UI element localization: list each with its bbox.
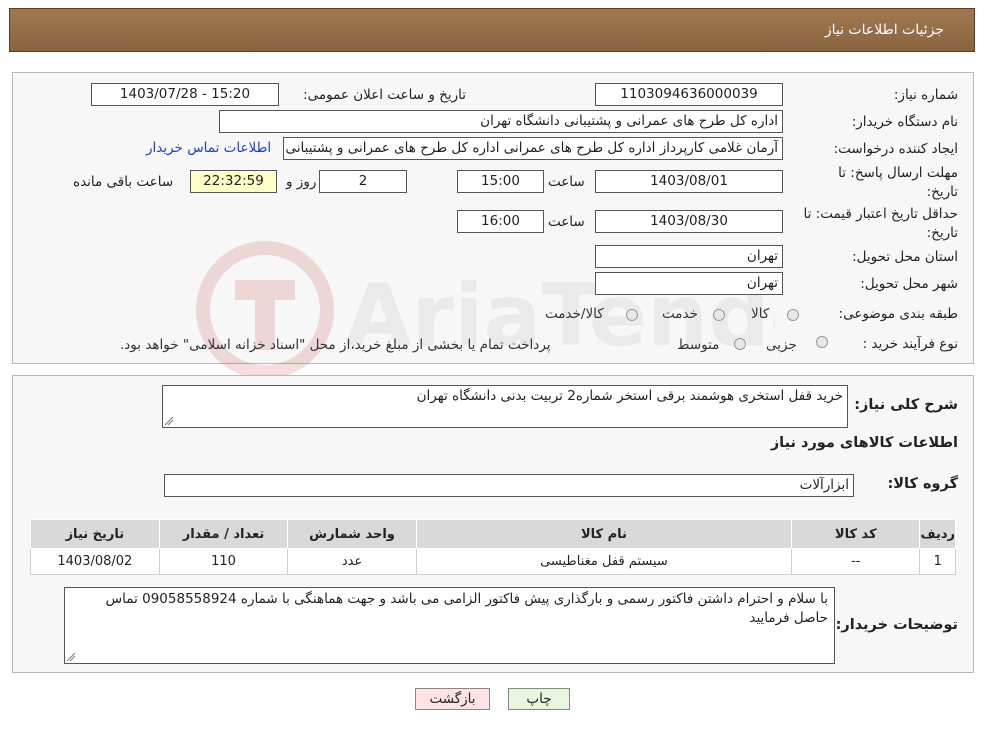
category-option-goods: کالا (751, 306, 770, 322)
announce-date-label: تاریخ و ساعت اعلان عمومی: (303, 87, 466, 103)
cell-need-date: 1403/08/02 (30, 548, 160, 575)
buyer-notes-label: توضیحات خریدار: (835, 617, 958, 633)
summary-textarea[interactable]: خرید قفل استخری هوشمند برقی استخر شماره2… (162, 385, 848, 428)
category-option-goods-service: کالا/خدمت (545, 306, 604, 322)
resize-grip-icon[interactable] (67, 653, 75, 661)
category-label: طبقه بندی موضوعی: (838, 306, 958, 322)
goods-info-title: اطلاعات کالاهای مورد نیاز (770, 435, 958, 451)
deadline-label-line2: تاریخ: (926, 184, 958, 200)
print-button[interactable]: چاپ (508, 688, 570, 710)
category-radio-goods-service[interactable] (626, 309, 638, 321)
process-option-medium: متوسط (677, 337, 720, 353)
need-number-field: 1103094636000039 (595, 83, 783, 106)
buyer-contact-link[interactable]: اطلاعات تماس خریدار (146, 140, 271, 156)
cell-item-code: -- (791, 548, 921, 575)
summary-label: شرح کلی نیاز: (854, 397, 958, 413)
days-label: روز و (286, 174, 317, 190)
days-remaining-field: 2 (319, 170, 407, 193)
city-field: تهران (595, 272, 783, 295)
deadline-date-field: 1403/08/01 (595, 170, 783, 193)
validity-time-label: ساعت (548, 214, 585, 230)
category-radio-service[interactable] (713, 309, 725, 321)
process-radio-medium[interactable] (734, 338, 746, 350)
goods-table-wrapper: ردیف کد کالا نام کالا واحد شمارش تعداد /… (30, 519, 956, 575)
deadline-time-label: ساعت (548, 174, 585, 190)
cell-quantity: 110 (158, 548, 289, 575)
buyer-notes-text: با سلام و احترام داشتن فاکتور رسمی و بار… (105, 591, 828, 626)
remaining-time-label: ساعت باقی مانده (73, 174, 174, 190)
requester-label: ایجاد کننده درخواست: (833, 141, 958, 157)
category-option-service: خدمت (662, 306, 698, 322)
process-radio-minor[interactable] (816, 336, 828, 348)
validity-time-field: 16:00 (457, 210, 544, 233)
cell-unit: عدد (287, 548, 417, 575)
cell-item-name: سیستم قفل مغناطیسی (415, 548, 793, 575)
goods-group-field: ابزارآلات (164, 474, 854, 497)
col-header-row-number: ردیف (919, 519, 956, 549)
resize-grip-icon[interactable] (165, 417, 173, 425)
buyer-org-field: اداره کل طرح های عمرانی و پشتیبانی دانشگ… (219, 110, 783, 133)
back-button[interactable]: بازگشت (415, 688, 490, 710)
validity-label-line2: تاریخ: (926, 225, 958, 241)
page-title: جزئیات اطلاعات نیاز (824, 22, 944, 38)
buyer-org-label: نام دستگاه خریدار: (851, 114, 958, 130)
process-option-minor: جزیی (766, 337, 797, 353)
goods-table: ردیف کد کالا نام کالا واحد شمارش تعداد /… (30, 519, 956, 575)
col-header-item-name: نام کالا (415, 519, 793, 549)
remaining-time-field: 22:32:59 (190, 170, 277, 193)
col-header-item-code: کد کالا (791, 519, 921, 549)
cell-row-number: 1 (919, 548, 956, 575)
goods-group-label: گروه کالا: (887, 476, 958, 492)
requester-field: آرمان غلامی کارپرداز اداره کل طرح های عم… (283, 137, 783, 160)
deadline-time-field: 15:00 (457, 170, 544, 193)
validity-label-line1: حداقل تاریخ اعتبار قیمت: تا (803, 206, 958, 222)
goods-table-header-row: ردیف کد کالا نام کالا واحد شمارش تعداد /… (30, 519, 956, 549)
treasury-payment-note: پرداخت تمام یا بخشی از مبلغ خرید،از محل … (120, 337, 551, 353)
validity-date-field: 1403/08/30 (595, 210, 783, 233)
summary-text: خرید قفل استخری هوشمند برقی استخر شماره2… (416, 388, 843, 404)
buyer-notes-textarea[interactable]: با سلام و احترام داشتن فاکتور رسمی و بار… (64, 587, 835, 664)
page-header: جزئیات اطلاعات نیاز (9, 8, 975, 52)
category-radio-goods[interactable] (787, 309, 799, 321)
province-field: تهران (595, 245, 783, 268)
col-header-quantity: تعداد / مقدار (158, 519, 289, 549)
province-label: استان محل تحویل: (852, 249, 958, 265)
deadline-label-line1: مهلت ارسال پاسخ: تا (838, 165, 958, 181)
announce-date-field: 1403/07/28 - 15:20 (91, 83, 279, 106)
col-header-unit: واحد شمارش (287, 519, 417, 549)
table-row: 1 -- سیستم قفل مغناطیسی عدد 110 1403/08/… (30, 548, 956, 575)
process-type-label: نوع فرآیند خرید : (862, 336, 958, 352)
need-number-label: شماره نیاز: (893, 87, 958, 103)
city-label: شهر محل تحویل: (860, 276, 958, 292)
col-header-need-date: تاریخ نیاز (30, 519, 160, 549)
